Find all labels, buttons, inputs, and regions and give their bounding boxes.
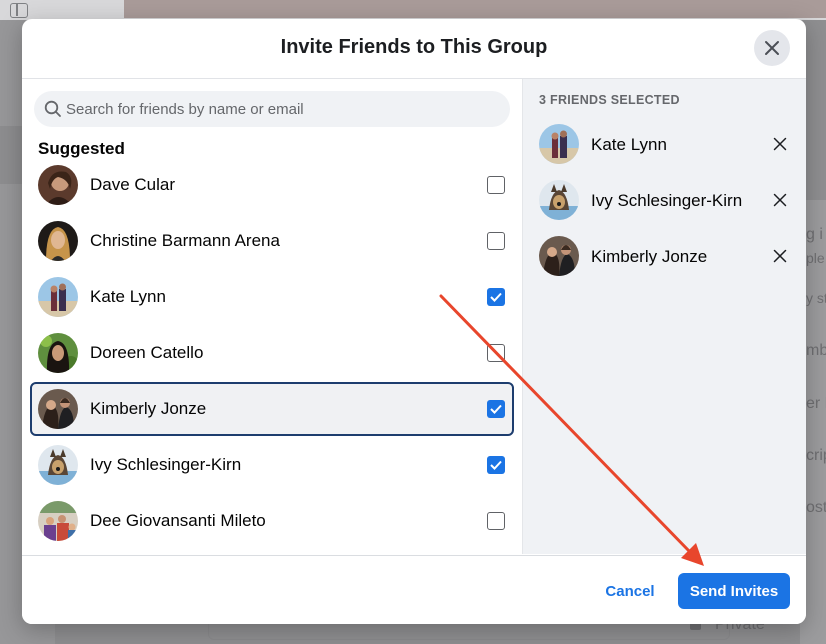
- invite-friends-dialog: Invite Friends to This Group Suggested D…: [22, 19, 806, 624]
- close-button[interactable]: [754, 30, 790, 66]
- friend-name: Dee Giovansanti Mileto: [90, 511, 266, 530]
- friend-row[interactable]: Dave Cular: [30, 158, 514, 212]
- avatar: [539, 236, 579, 276]
- avatar: [38, 221, 78, 261]
- cancel-button[interactable]: Cancel: [592, 573, 668, 609]
- friend-checkbox[interactable]: [487, 400, 505, 418]
- dialog-header: Invite Friends to This Group: [22, 19, 806, 79]
- search-input[interactable]: [66, 91, 496, 127]
- friend-checkbox[interactable]: [487, 456, 505, 474]
- close-icon: [765, 41, 779, 55]
- avatar: [38, 501, 78, 541]
- friend-checkbox[interactable]: [487, 176, 505, 194]
- friend-row[interactable]: Doreen Catello: [30, 326, 514, 380]
- background-ghost-text: er P: [806, 395, 826, 412]
- friend-name: Christine Barmann Arena: [90, 231, 280, 250]
- dialog-footer: Cancel Send Invites: [22, 555, 806, 624]
- friend-name: Kate Lynn: [90, 287, 166, 306]
- background-ghost-text: mb: [806, 342, 826, 359]
- checkmark-icon: [490, 292, 502, 302]
- search-bar[interactable]: [34, 91, 510, 127]
- avatar: [539, 124, 579, 164]
- friend-checkbox[interactable]: [487, 288, 505, 306]
- background-ghost-text: ost: [806, 499, 826, 516]
- remove-selected-close-icon[interactable]: [773, 249, 787, 263]
- selected-friend-row: Ivy Schlesinger-Kirn: [523, 172, 806, 228]
- friend-row[interactable]: Kate Lynn: [30, 270, 514, 324]
- avatar: [38, 277, 78, 317]
- friends-list-pane: Suggested Dave Cular Christine Barmann A…: [22, 79, 522, 554]
- friend-checkbox[interactable]: [487, 344, 505, 362]
- avatar: [38, 389, 78, 429]
- selected-count-label: 3 FRIENDS SELECTED: [539, 93, 680, 107]
- selected-friend-name: Kate Lynn: [591, 135, 667, 154]
- background-ghost-text: y st: [806, 290, 826, 306]
- avatar: [38, 445, 78, 485]
- selected-friend-name: Ivy Schlesinger-Kirn: [591, 191, 743, 210]
- background-ghost-text: ple: [806, 250, 825, 266]
- send-invites-button[interactable]: Send Invites: [678, 573, 790, 609]
- suggested-heading: Suggested: [38, 139, 125, 158]
- friend-name: Dave Cular: [90, 175, 176, 194]
- friend-row[interactable]: Dee Giovansanti Mileto: [30, 494, 514, 548]
- friend-row[interactable]: Ivy Schlesinger-Kirn: [30, 438, 514, 492]
- friend-row[interactable]: Kimberly Jonze: [30, 382, 514, 436]
- remove-selected-close-icon[interactable]: [773, 193, 787, 207]
- sidebar-toggle-icon: [10, 3, 28, 18]
- background-ghost-text: crip: [806, 447, 826, 464]
- selected-friend-row: Kate Lynn: [523, 116, 806, 172]
- dialog-title: Invite Friends to This Group: [280, 36, 548, 58]
- friend-name: Doreen Catello: [90, 343, 204, 362]
- remove-selected-close-icon[interactable]: [773, 137, 787, 151]
- background-ghost-text: g i: [806, 226, 823, 243]
- friend-name: Kimberly Jonze: [90, 399, 207, 418]
- avatar: [38, 165, 78, 205]
- friend-row[interactable]: Christine Barmann Arena: [30, 214, 514, 268]
- checkmark-icon: [490, 404, 502, 414]
- checkmark-icon: [490, 460, 502, 470]
- search-icon: [44, 100, 61, 117]
- selected-friends-pane: 3 FRIENDS SELECTED Kate Lynn Ivy Schlesi…: [522, 79, 806, 554]
- friend-name: Ivy Schlesinger-Kirn: [90, 455, 242, 474]
- selected-friend-row: Kimberly Jonze: [523, 228, 806, 284]
- background-banner: [124, 0, 826, 18]
- friend-checkbox[interactable]: [487, 232, 505, 250]
- avatar: [539, 180, 579, 220]
- avatar: [38, 333, 78, 373]
- selected-friend-name: Kimberly Jonze: [591, 247, 708, 266]
- friend-checkbox[interactable]: [487, 512, 505, 530]
